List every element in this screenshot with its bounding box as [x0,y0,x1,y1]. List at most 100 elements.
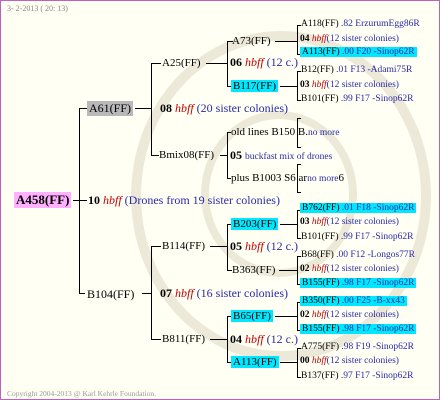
gen4-row-b68[interactable]: B68(FF) .00 F12 -Longos77R [301,250,415,260]
plus-b1003-top-connector [297,164,301,165]
gen4-note: F17 -Sinop62R [355,232,414,242]
gen4-hbff: hbff [311,310,327,320]
date-header: 3- 2-2013 ( 20: 13) [7,4,68,13]
b104-top-connector [151,246,161,247]
gen4-note: F12 -Longos77R [350,250,416,260]
gen4-num: 04 [300,34,310,44]
gen4-row-b137[interactable]: B137(FF) .97 F17 -Sinop62R [301,371,413,381]
b811-bracket [227,316,228,362]
gen4-row-b155-a[interactable]: B155(FF) .98 F17 -Sinop62R [300,278,417,288]
b104-hbff: hbff [175,286,194,300]
gen4-note: ErzurumEgg86R [355,19,420,29]
b65-connector [275,316,297,317]
b363-connector [279,270,297,271]
gen4-val: .99 [340,94,353,104]
a61-bracket [151,63,152,155]
gen4-row-drones-4: 02 hbff(12 sister colonies) [300,264,399,274]
a73-bracket [297,25,298,54]
a61-drones-row: 08 hbff (20 sister colonies) [160,101,288,116]
gen4-hbff: hbff [311,80,327,90]
b114-bracket [227,224,228,270]
gen4-name: A113(FF) [302,47,340,57]
gen3-node-a73[interactable]: A73(FF) [232,35,271,47]
gen4-name: B762(FF) [302,203,340,213]
gen4-hbff: hbff [311,264,327,274]
old-lines-top-connector [297,118,301,119]
gen3-node-b363[interactable]: B363(FF) [232,264,275,276]
gen2-node-b811[interactable]: B811(FF) [162,333,205,345]
gen4-row-b155-b[interactable]: B155(FF) .98 F17 -Sinop62R [300,324,417,334]
gen3-node-b203[interactable]: B203(FF) [231,218,279,230]
gen4-note: F25 -B-xx43 [356,296,405,306]
b65-bracket [297,302,298,330]
gen4-val: .98 [341,342,354,352]
b104-bracket [151,246,152,339]
gen4-note: (12 sister colonies) [326,310,399,320]
a61-connector [135,108,151,109]
bmix08-bracket [227,132,228,178]
gen4-note: (12 sister colonies) [326,34,399,44]
gen4-val: .98 [341,278,354,288]
gen4-row-b350[interactable]: B350(FF) .00 F25 -B-xx43 [300,296,407,306]
b114-hbff: hbff [245,239,264,253]
gen3-node-b65[interactable]: B65(FF) [231,310,273,322]
gen4-row-a113[interactable]: A113(FF) .00 F20 -Sinop62R [300,47,417,57]
gen1-node-a61[interactable]: A61(FF) [87,101,134,116]
gen4-name: B101(FF) [301,94,339,104]
gen4-note: F17 -Sinop62R [355,371,414,381]
gen4-row-b101-b[interactable]: B101(FF) .99 F17 -Sinop62R [301,232,413,242]
gen4-num: 02 [300,264,310,274]
b811-drones-row: 04 hbff (12 c.) [230,332,298,347]
gen4-num: 03 [300,217,310,227]
a25-num: 06 [230,55,242,69]
gen4-name: B12(FF) [301,65,334,75]
a113-connector [280,362,297,363]
a61-num: 08 [160,101,172,115]
b363-bracket [297,256,298,284]
a25-hbff: hbff [245,55,264,69]
gen2-node-bmix08[interactable]: Bmix08(FF) [159,149,214,161]
gen4-row-b762[interactable]: B762(FF) .01 F18 -Sinop62R [300,203,417,213]
gen4-hbff: hbff [311,356,327,366]
gen4-row-drones-2: 03 hbff(12 sister colonies) [300,80,399,90]
gen4-row-drones-5: 02 hbff(12 sister colonies) [300,310,399,320]
gen4-name: B155(FF) [302,278,340,288]
gen1-drones-row: 10 hbff (Drones from 19 sister colonies) [88,193,280,208]
b203-connector [280,224,297,225]
gen4-row-a775[interactable]: A775(FF) .98 F19 -Sinop62R [301,342,414,352]
gen3-node-plus-b1003: plus B1003 S6 arno more6 [231,172,344,184]
gen3-node-b117[interactable]: B117(FF) [231,80,278,92]
b114-drones-row: 05 hbff (12 c.) [230,239,298,254]
plus-b1003-label: plus B1003 S6 ar [231,172,308,184]
gen2-node-b114[interactable]: B114(FF) [162,240,205,252]
a61-bottom-connector [151,155,159,156]
gen4-row-b12[interactable]: B12(FF) .01 F13 -Adami75R [301,65,412,75]
gen4-row-a118[interactable]: A118(FF) .82 ErzurumEgg86R [301,19,420,29]
gen4-num: 02 [300,310,310,320]
gen4-num: 00 [300,356,310,366]
gen4-note: F18 -Sinop62R [356,203,415,213]
gen2-node-a25[interactable]: A25(FF) [162,57,201,69]
b811-note: (12 c.) [266,332,298,346]
b104-num: 07 [160,286,172,300]
gen3-node-a113[interactable]: A113(FF) [231,356,279,368]
gen4-hbff: hbff [311,34,327,44]
gen4-val: .00 [341,296,354,306]
b104-connector [142,293,151,294]
gen4-note: F13 -Adami75R [350,65,413,75]
gen4-note: F17 -Sinop62R [356,278,415,288]
gen1-drones-num: 10 [88,193,100,207]
b104-bottom-connector [151,339,161,340]
bmix08-num: 05 [230,148,242,162]
a61-hbff: hbff [175,101,194,115]
gen1-bottom-connector [79,293,85,294]
gen4-note: (12 sister colonies) [326,217,399,227]
root-queen[interactable]: A458(FF) [14,192,72,208]
gen4-note: F19 -Sinop62R [355,342,414,352]
gen1-node-b104[interactable]: B104(FF) [87,287,134,302]
gen4-row-b101-a[interactable]: B101(FF) .99 F17 -Sinop62R [301,94,413,104]
plus-b1003-tail: 6 [338,172,345,184]
gen4-note: (12 sister colonies) [326,264,399,274]
b811-num: 04 [230,332,242,346]
gen4-val: .00 [342,47,354,57]
